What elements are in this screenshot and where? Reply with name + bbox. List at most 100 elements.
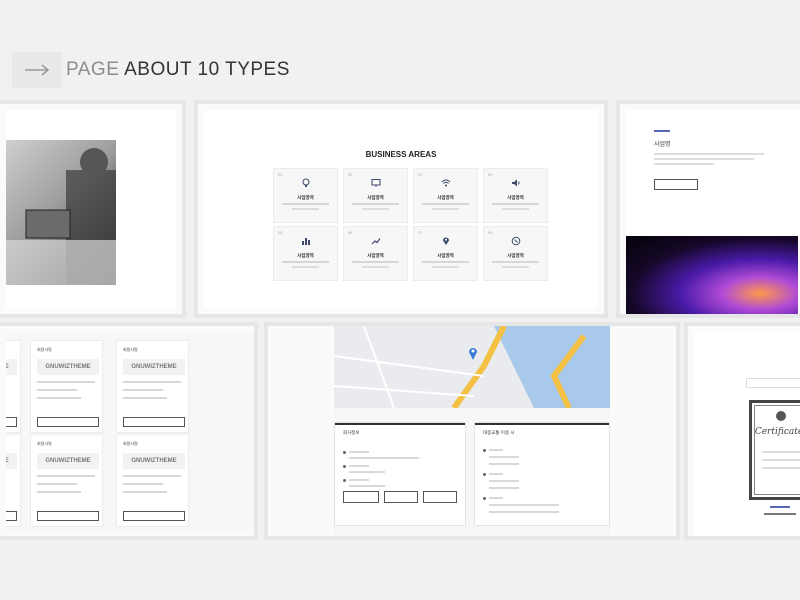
transit-bullet — [483, 473, 486, 476]
cell-text-line — [492, 203, 539, 205]
contact-card: 회원사명 GNUWIZTHEME — [30, 340, 103, 433]
panel-top-bar — [475, 423, 609, 425]
cell-name: 사업영역 — [297, 195, 314, 200]
cell-text-line — [292, 208, 319, 210]
trend-icon — [371, 238, 380, 245]
contact-card-button[interactable] — [6, 511, 17, 521]
company-button-2[interactable] — [384, 491, 418, 503]
transit-line — [489, 497, 503, 499]
thumb-business-inner: BUSINESS AREAS 01 사업영역 02 사업영역 03 사업영역 0… — [204, 110, 598, 308]
contact-logo: GNUWIZTHEME — [123, 359, 185, 375]
thumb-about-inner: 사업명 — [626, 110, 800, 314]
contact-title: 회원사명 — [123, 441, 138, 446]
about-heading: 사업명 — [654, 142, 671, 148]
thumb-certificate-inner: Certificate — [694, 332, 800, 536]
transit-line — [489, 487, 519, 489]
contact-card: 회원사명 GNUWIZTHEME — [116, 340, 189, 433]
about-text-line — [654, 158, 754, 160]
contact-line — [37, 381, 95, 383]
cell-text-line — [352, 203, 399, 205]
section-header: PAGE ABOUT 10 TYPES — [12, 52, 290, 88]
certificate-script: Certificate — [754, 427, 800, 437]
cell-text-line — [352, 261, 399, 263]
transit-title: 대중교통 이용 시 — [483, 430, 515, 435]
info-line — [349, 451, 369, 453]
contact-card: 회원사명 GNUWIZTHEME — [116, 434, 189, 527]
contact-card-button[interactable] — [37, 511, 99, 521]
info-bullet — [343, 479, 346, 482]
business-cell: 06 사업영역 — [343, 226, 408, 281]
contact-line — [123, 491, 167, 493]
contact-card-button[interactable] — [123, 511, 185, 521]
info-bullet — [343, 465, 346, 468]
map-pin-icon — [442, 237, 449, 245]
about-more-button[interactable] — [654, 179, 698, 190]
cell-text-line — [362, 208, 389, 210]
contact-card-button[interactable] — [123, 417, 185, 427]
info-line — [349, 471, 385, 473]
cell-number: 01 — [278, 172, 283, 177]
transit-line — [489, 449, 503, 451]
location-map[interactable] — [334, 326, 610, 408]
page-title-dark: ABOUT 10 TYPES — [124, 59, 290, 80]
arrow-right-icon — [25, 64, 50, 76]
business-cell: 03 사업영역 — [413, 168, 478, 223]
cert-caption-line — [764, 513, 796, 515]
thumb-about-intro[interactable]: 사업명 — [616, 100, 800, 318]
cell-name: 사업영역 — [297, 253, 314, 258]
cell-text-line — [502, 208, 529, 210]
contact-line — [123, 475, 181, 477]
cell-name: 사업영역 — [367, 195, 384, 200]
contact-logo: GNUWIZTHEME — [6, 453, 17, 469]
wifi-icon — [441, 179, 450, 187]
cell-text-line — [282, 261, 329, 263]
cell-text-line — [422, 203, 469, 205]
cell-number: 04 — [488, 172, 493, 177]
cell-number: 05 — [278, 230, 283, 235]
thumb-map-company[interactable]: 회사정보 대중교통 이용 시 — [264, 322, 680, 540]
contact-card-button[interactable] — [6, 417, 17, 427]
contact-card: GNUWIZTHEME — [6, 340, 21, 433]
cell-text-line — [282, 203, 329, 205]
contact-line — [37, 389, 77, 391]
arrow-badge — [12, 52, 62, 88]
contact-logo: GNUWIZTHEME — [6, 359, 17, 375]
thumb-photo[interactable] — [0, 100, 186, 318]
transit-line — [489, 456, 519, 458]
cert-top-line — [746, 378, 800, 388]
cert-text-line — [762, 459, 800, 461]
certificate-image: Certificate — [749, 400, 800, 500]
page-title-light: PAGE — [66, 59, 125, 80]
thumb-business-areas[interactable]: BUSINESS AREAS 01 사업영역 02 사업영역 03 사업영역 0… — [194, 100, 608, 318]
info-line — [349, 485, 385, 487]
contact-card: GNUWIZTHEME — [6, 434, 21, 527]
contact-logo: GNUWIZTHEME — [37, 453, 99, 469]
cell-name: 사업영역 — [367, 253, 384, 258]
thumb-photo-inner — [6, 110, 176, 308]
info-line — [349, 457, 419, 459]
glow-image — [626, 236, 798, 314]
thumb-contact-cards[interactable]: GNUWIZTHEME 회원사명 GNUWIZTHEME 회원사명 GNUWIZ… — [0, 322, 258, 540]
lightbulb-icon — [302, 178, 309, 187]
company-button-1[interactable] — [343, 491, 379, 503]
cell-text-line — [492, 261, 539, 263]
cell-number: 03 — [418, 172, 423, 177]
contact-card-button[interactable] — [37, 417, 99, 427]
company-button-3[interactable] — [423, 491, 457, 503]
cell-text-line — [432, 266, 459, 268]
cell-name: 사업영역 — [437, 195, 454, 200]
contact-line — [37, 475, 95, 477]
transit-line — [489, 473, 503, 475]
business-cell: 08 사업영역 — [483, 226, 548, 281]
thumb-certificate[interactable]: Certificate — [684, 322, 800, 540]
thumb-contact-inner: GNUWIZTHEME 회원사명 GNUWIZTHEME 회원사명 GNUWIZ… — [6, 332, 254, 530]
company-info-panel: 회사정보 — [334, 422, 466, 526]
business-cell: 01 사업영역 — [273, 168, 338, 223]
contact-line — [37, 491, 81, 493]
cert-text-line — [762, 467, 800, 469]
cell-name: 사업영역 — [507, 195, 524, 200]
contact-line — [37, 397, 81, 399]
cell-number: 08 — [488, 230, 493, 235]
cert-caption-line — [770, 506, 790, 508]
cell-number: 06 — [348, 230, 353, 235]
